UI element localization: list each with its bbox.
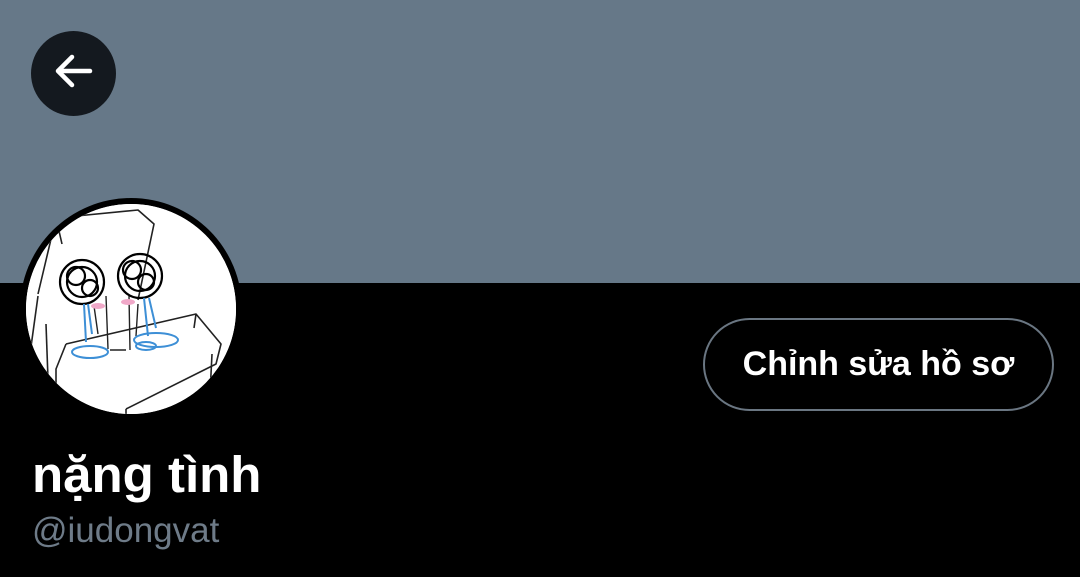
back-button[interactable] — [31, 31, 116, 116]
display-name: nặng tình — [32, 446, 262, 503]
user-handle: @iudongvat — [32, 511, 220, 550]
edit-profile-button[interactable]: Chỉnh sửa hồ sơ — [703, 318, 1054, 411]
avatar[interactable] — [20, 198, 242, 420]
avatar-image — [26, 204, 236, 414]
arrow-left-icon — [50, 47, 98, 100]
